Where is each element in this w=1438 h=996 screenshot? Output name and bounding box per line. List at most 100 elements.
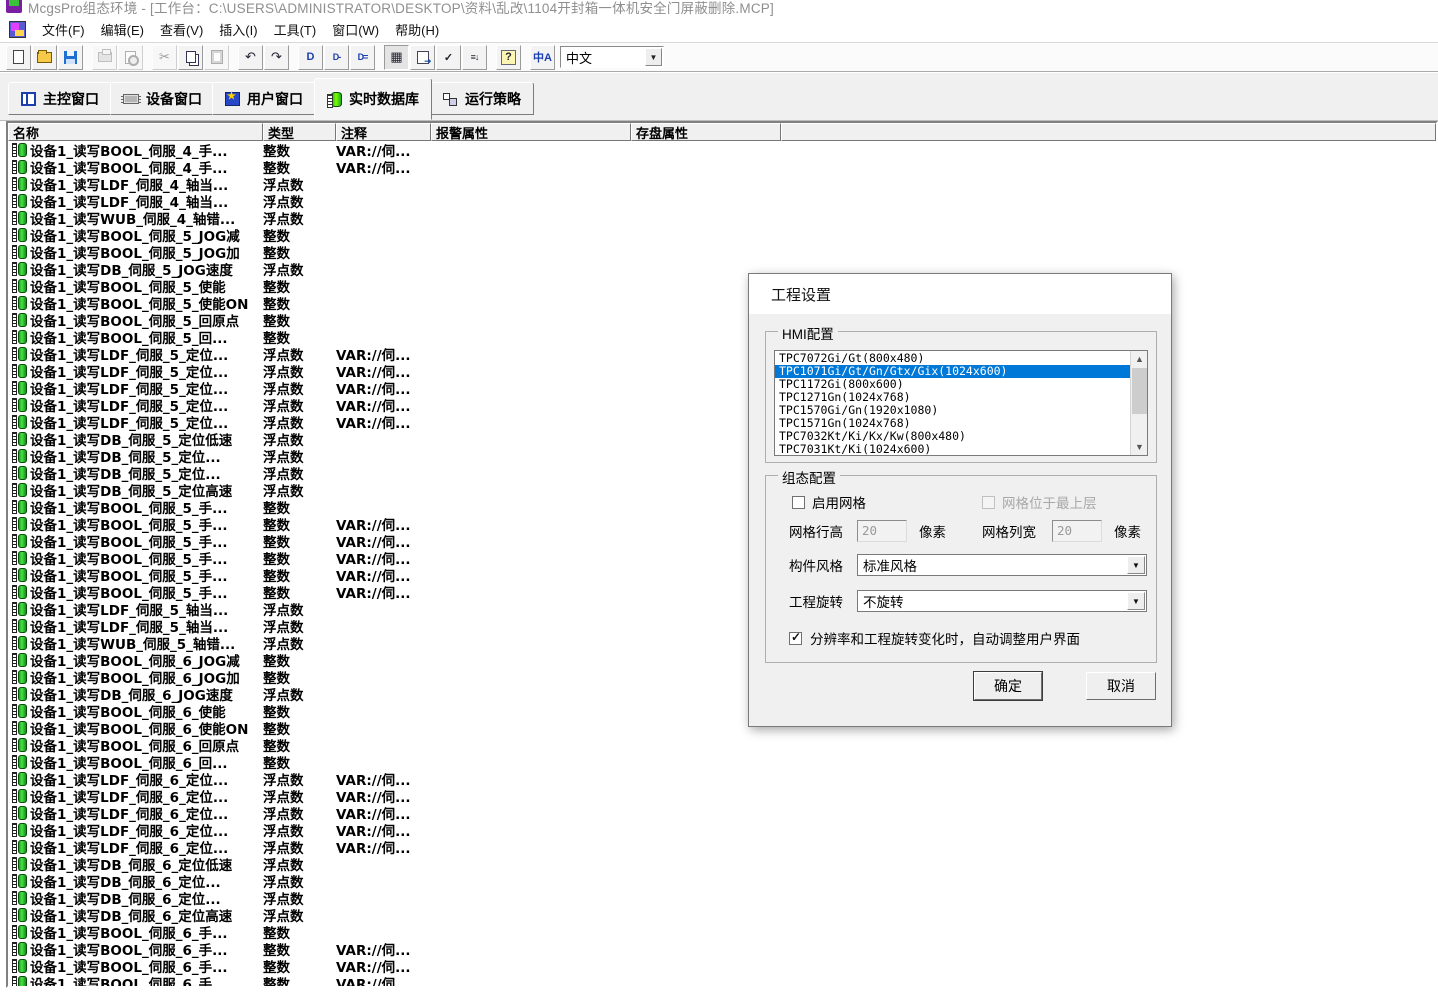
table-row[interactable]: 设备1_读写BOOL_伺服_5_回...整数: [8, 328, 1436, 345]
auto-adjust-checkbox[interactable]: [789, 632, 802, 645]
table-row[interactable]: 设备1_读写BOOL_伺服_6_手...整数VAR://伺...: [8, 957, 1436, 974]
column-header-类型[interactable]: 类型: [263, 123, 336, 141]
scroll-down-icon[interactable]: ▼: [1131, 439, 1148, 455]
hmi-model-option[interactable]: TPC7031Kt/Ki(1024x600): [775, 443, 1130, 455]
chevron-down-icon[interactable]: ▼: [1127, 592, 1145, 610]
table-row[interactable]: 设备1_读写BOOL_伺服_5_手...整数VAR://伺...: [8, 532, 1436, 549]
column-header-名称[interactable]: 名称: [8, 123, 263, 141]
column-header-存盘属性[interactable]: 存盘属性: [631, 123, 781, 141]
table-row[interactable]: 设备1_读写LDF_伺服_6_定位...浮点数VAR://伺...: [8, 787, 1436, 804]
menu-编辑E[interactable]: 编辑(E): [93, 17, 152, 42]
table-row[interactable]: 设备1_读写DB_伺服_6_定位低速浮点数: [8, 855, 1436, 872]
menu-查看V[interactable]: 查看(V): [152, 17, 211, 42]
tab-运行策略[interactable]: 运行策略: [430, 82, 534, 115]
table-row[interactable]: 设备1_读写BOOL_伺服_6_JOG加整数: [8, 668, 1436, 685]
table-row[interactable]: 设备1_读写LDF_伺服_5_定位...浮点数VAR://伺...: [8, 413, 1436, 430]
chevron-down-icon[interactable]: ▼: [1127, 556, 1145, 574]
table-row[interactable]: 设备1_读写DB_伺服_5_JOG速度浮点数: [8, 260, 1436, 277]
scroll-thumb[interactable]: [1132, 368, 1147, 414]
table-row[interactable]: 设备1_读写BOOL_伺服_6_使能ON整数: [8, 719, 1436, 736]
component-style-select[interactable]: 标准风格 ▼: [857, 554, 1147, 576]
ok-button[interactable]: 确定: [974, 672, 1042, 700]
table-row[interactable]: 设备1_读写LDF_伺服_5_定位...浮点数VAR://伺...: [8, 379, 1436, 396]
table-row[interactable]: 设备1_读写BOOL_伺服_5_JOG减整数: [8, 226, 1436, 243]
help-button[interactable]: ?: [496, 45, 521, 70]
chevron-down-icon[interactable]: ▼: [645, 48, 662, 66]
table-row[interactable]: 设备1_读写LDF_伺服_4_轴当...浮点数: [8, 175, 1436, 192]
table-row[interactable]: 设备1_读写DB_伺服_6_定位...浮点数: [8, 872, 1436, 889]
copy-button[interactable]: [178, 45, 203, 70]
table-row[interactable]: 设备1_读写BOOL_伺服_6_JOG减整数: [8, 651, 1436, 668]
tab-实时数据库[interactable]: 实时数据库: [314, 78, 432, 120]
table-row[interactable]: 设备1_读写BOOL_伺服_4_手...整数VAR://伺...: [8, 141, 1436, 158]
column-header-报警属性[interactable]: 报警属性: [431, 123, 631, 141]
table-row[interactable]: 设备1_读写LDF_伺服_5_定位...浮点数VAR://伺...: [8, 345, 1436, 362]
table-row[interactable]: 设备1_读写LDF_伺服_5_轴当...浮点数: [8, 600, 1436, 617]
table-row[interactable]: 设备1_读写LDF_伺服_5_定位...浮点数VAR://伺...: [8, 362, 1436, 379]
table-row[interactable]: 设备1_读写LDF_伺服_4_轴当...浮点数: [8, 192, 1436, 209]
table-row[interactable]: 设备1_读写BOOL_伺服_5_手...整数VAR://伺...: [8, 515, 1436, 532]
table-row[interactable]: 设备1_读写BOOL_伺服_6_回...整数: [8, 753, 1436, 770]
tab-设备窗口[interactable]: 设备窗口: [110, 82, 215, 115]
cancel-button[interactable]: 取消: [1086, 672, 1156, 700]
table-row[interactable]: 设备1_读写BOOL_伺服_5_使能ON整数: [8, 294, 1436, 311]
menu-工具T[interactable]: 工具(T): [266, 17, 325, 42]
table-row[interactable]: 设备1_读写BOOL_伺服_5_JOG加整数: [8, 243, 1436, 260]
redo-button[interactable]: ↷: [264, 45, 289, 70]
tab-用户窗口[interactable]: 用户窗口: [212, 82, 316, 115]
syntax-check-button[interactable]: ✓: [436, 45, 461, 70]
table-row[interactable]: 设备1_读写BOOL_伺服_5_手...整数VAR://伺...: [8, 566, 1436, 583]
sort-button[interactable]: ≡↓: [462, 45, 487, 70]
table-row[interactable]: 设备1_读写DB_伺服_5_定位高速浮点数: [8, 481, 1436, 498]
table-row[interactable]: 设备1_读写DB_伺服_5_定位低速浮点数: [8, 430, 1436, 447]
listbox-scrollbar[interactable]: ▲ ▼: [1130, 351, 1147, 455]
menu-文件F[interactable]: 文件(F): [34, 17, 93, 42]
table-row[interactable]: 设备1_读写BOOL_伺服_5_手...整数VAR://伺...: [8, 583, 1436, 600]
table-row[interactable]: 设备1_读写DB_伺服_6_定位...浮点数: [8, 889, 1436, 906]
rotation-select[interactable]: 不旋转 ▼: [857, 590, 1147, 612]
new-button[interactable]: [6, 45, 31, 70]
data-object-button[interactable]: D: [298, 45, 323, 70]
table-row[interactable]: 设备1_读写BOOL_伺服_5_回原点整数: [8, 311, 1436, 328]
table-row[interactable]: 设备1_读写BOOL_伺服_6_使能整数: [8, 702, 1436, 719]
menu-插入I[interactable]: 插入(I): [211, 17, 265, 42]
language-button[interactable]: 中A: [530, 45, 555, 70]
hmi-model-listbox[interactable]: TPC7072Gi/Gt(800x480)TPC1071Gi/Gt/Gn/Gtx…: [774, 350, 1148, 456]
table-row[interactable]: 设备1_读写WUB_伺服_5_轴错...浮点数: [8, 634, 1436, 651]
table-row[interactable]: 设备1_读写LDF_伺服_6_定位...浮点数VAR://伺...: [8, 804, 1436, 821]
table-row[interactable]: 设备1_读写BOOL_伺服_5_使能整数: [8, 277, 1436, 294]
column-header-注释[interactable]: 注释: [336, 123, 431, 141]
open-button[interactable]: [32, 45, 57, 70]
table-row[interactable]: 设备1_读写LDF_伺服_6_定位...浮点数VAR://伺...: [8, 770, 1436, 787]
run-strategy-icon: [443, 92, 458, 106]
undo-button[interactable]: ↶: [238, 45, 263, 70]
save-button[interactable]: [58, 45, 83, 70]
table-row[interactable]: 设备1_读写LDF_伺服_6_定位...浮点数VAR://伺...: [8, 838, 1436, 855]
table-row[interactable]: 设备1_读写LDF_伺服_5_轴当...浮点数: [8, 617, 1436, 634]
table-row[interactable]: 设备1_读写DB_伺服_5_定位...浮点数: [8, 464, 1436, 481]
table-row[interactable]: 设备1_读写LDF_伺服_5_定位...浮点数VAR://伺...: [8, 396, 1436, 413]
table-row[interactable]: 设备1_读写BOOL_伺服_6_手...整数VAR://伺...: [8, 940, 1436, 957]
menu-窗口W[interactable]: 窗口(W): [324, 17, 387, 42]
tab-主控窗口[interactable]: 主控窗口: [8, 82, 112, 115]
table-row[interactable]: 设备1_读写DB_伺服_5_定位...浮点数: [8, 447, 1436, 464]
table-row[interactable]: 设备1_读写WUB_伺服_4_轴错...浮点数: [8, 209, 1436, 226]
realtime-database-icon: [331, 92, 342, 107]
data-group-button[interactable]: D=: [350, 45, 375, 70]
table-row[interactable]: 设备1_读写BOOL_伺服_5_手...整数VAR://伺...: [8, 549, 1436, 566]
table-row[interactable]: 设备1_读写LDF_伺服_6_定位...浮点数VAR://伺...: [8, 821, 1436, 838]
grid-view-button[interactable]: ▦: [384, 45, 409, 70]
table-row[interactable]: 设备1_读写BOOL_伺服_6_手...整数VAR://伺...: [8, 974, 1436, 986]
language-select[interactable]: 中文 ▼: [560, 46, 664, 68]
table-row[interactable]: 设备1_读写DB_伺服_6_JOG速度浮点数: [8, 685, 1436, 702]
data-tree-button[interactable]: D-: [324, 45, 349, 70]
table-row[interactable]: 设备1_读写BOOL_伺服_5_手...整数: [8, 498, 1436, 515]
scroll-up-icon[interactable]: ▲: [1131, 351, 1148, 367]
table-row[interactable]: 设备1_读写BOOL_伺服_6_手...整数: [8, 923, 1436, 940]
menu-帮助H[interactable]: 帮助(H): [387, 17, 447, 42]
enable-grid-checkbox[interactable]: [792, 496, 805, 509]
table-row[interactable]: 设备1_读写BOOL_伺服_4_手...整数VAR://伺...: [8, 158, 1436, 175]
table-row[interactable]: 设备1_读写DB_伺服_6_定位高速浮点数: [8, 906, 1436, 923]
properties-button[interactable]: [410, 45, 435, 70]
table-row[interactable]: 设备1_读写BOOL_伺服_6_回原点整数: [8, 736, 1436, 753]
